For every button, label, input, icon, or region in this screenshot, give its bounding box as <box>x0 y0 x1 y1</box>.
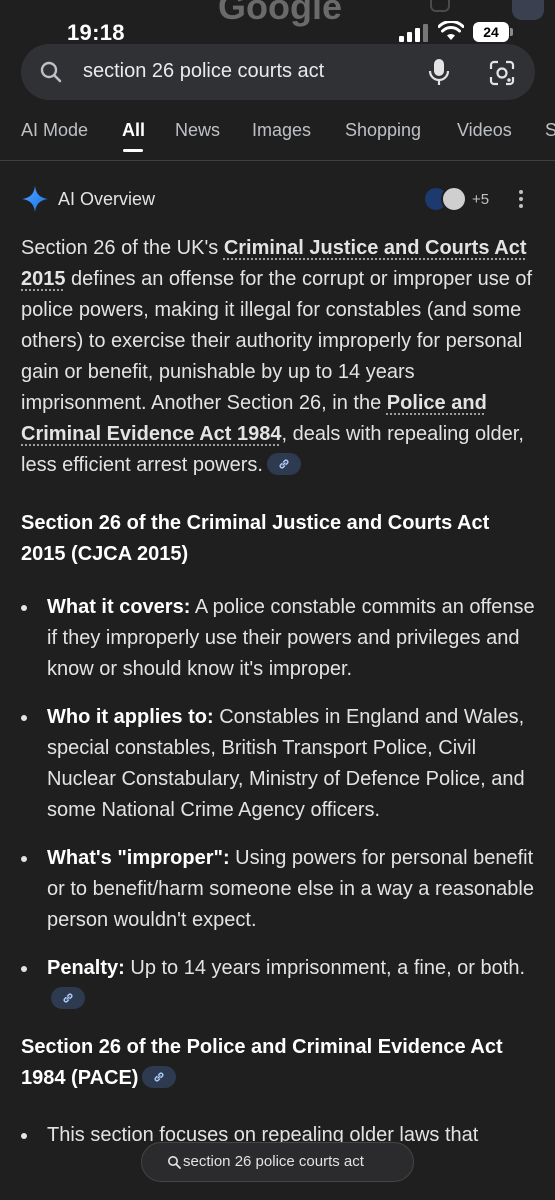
source-favicons[interactable] <box>423 184 471 214</box>
google-logo: Google <box>218 0 342 27</box>
link-icon <box>279 459 289 469</box>
list-item: Penalty: Up to 14 years imprisonment, a … <box>21 953 536 1015</box>
heading-text: Section 26 of the Police and Criminal Ev… <box>21 1036 503 1089</box>
section-heading-pace: Section 26 of the Police and Criminal Ev… <box>21 1032 536 1094</box>
source-favicon-icon <box>441 186 467 212</box>
citation-link-button[interactable] <box>142 1065 177 1088</box>
section-heading-cjca: Section 26 of the Criminal Justice and C… <box>21 512 490 565</box>
paragraph-text: Section 26 of the UK's <box>21 237 224 259</box>
mic-icon[interactable] <box>427 58 451 86</box>
list-item: What's "improper": Using powers for pers… <box>21 843 536 936</box>
divider <box>0 160 555 161</box>
bullet-label: Penalty: <box>47 957 125 979</box>
bullet-text: Up to 14 years imprisonment, a fine, or … <box>124 957 526 979</box>
avatar <box>512 0 544 20</box>
search-tabs: AI Mode All News Images Shopping Videos … <box>0 112 555 154</box>
overview-paragraph: Section 26 of the UK's Criminal Justice … <box>21 233 536 481</box>
status-bar: Google 19:18 24 <box>0 0 555 46</box>
bullet-label: What's "improper": <box>47 847 230 869</box>
list-item: What it covers: A police constable commi… <box>21 592 536 685</box>
ai-overview-header: AI Overview +5 <box>0 182 555 216</box>
link-icon <box>154 1072 164 1082</box>
ai-overview-content: Section 26 of the UK's Criminal Justice … <box>21 233 536 1168</box>
ai-overview-title: AI Overview <box>58 189 156 209</box>
tab-all[interactable]: All <box>122 120 145 141</box>
search-icon <box>168 1156 181 1169</box>
search-input[interactable]: section 26 police courts act <box>83 60 324 83</box>
tab-ai-mode[interactable]: AI Mode <box>21 120 88 141</box>
tab-overflow[interactable]: S <box>545 120 555 141</box>
notification-icon <box>430 0 450 12</box>
sparkle-icon <box>22 186 48 212</box>
bullet-label: Who it applies to: <box>47 706 214 728</box>
floating-search-pill[interactable]: section 26 police courts act <box>141 1142 414 1182</box>
tab-shopping[interactable]: Shopping <box>345 120 421 141</box>
lens-icon[interactable] <box>489 60 515 86</box>
tab-images[interactable]: Images <box>252 120 311 141</box>
search-icon <box>40 61 62 83</box>
active-tab-indicator <box>123 149 143 152</box>
more-options-icon[interactable] <box>516 190 526 210</box>
tab-news[interactable]: News <box>175 120 220 141</box>
tab-videos[interactable]: Videos <box>457 120 512 141</box>
citation-link-button[interactable] <box>51 986 85 1009</box>
cjca-bullet-list: What it covers: A police constable commi… <box>21 592 536 1015</box>
sources-count[interactable]: +5 <box>472 191 489 208</box>
list-item: Who it applies to: Constables in England… <box>21 702 536 826</box>
status-time: 19:18 <box>67 20 125 45</box>
link-icon <box>63 993 73 1003</box>
battery-tip <box>510 28 513 36</box>
signal-icon <box>399 24 429 42</box>
pill-text: section 26 police courts act <box>183 1153 364 1170</box>
search-bar[interactable]: section 26 police courts act <box>21 44 535 100</box>
citation-link-button[interactable] <box>266 452 301 475</box>
wifi-icon <box>438 21 464 40</box>
battery-icon: 24 <box>473 22 509 42</box>
bullet-label: What it covers: <box>47 596 191 618</box>
